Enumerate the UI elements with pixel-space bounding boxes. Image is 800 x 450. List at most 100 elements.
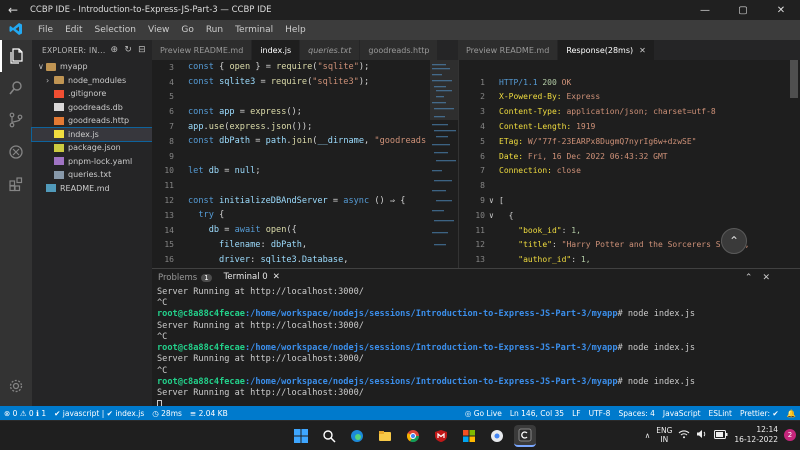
code-line[interactable]: 4 const sqlite3 = require("sqlite3"); (152, 75, 458, 90)
problems-status[interactable]: ⊗ 0 ⚠ 0 ℹ 1 (0, 409, 50, 418)
tree-item-readme-md[interactable]: README.md (32, 182, 152, 196)
code-line[interactable]: 9 (152, 149, 458, 164)
new-file-icon[interactable]: ⊕ (110, 45, 118, 55)
menu-selection[interactable]: Selection (89, 25, 142, 35)
code-line[interactable]: 8 const dbPath = path.join(__dirname, "go… (152, 134, 458, 149)
close-window-button[interactable]: ✕ (762, 5, 800, 16)
edge-browser-icon[interactable] (346, 425, 368, 447)
mcafee-icon[interactable] (430, 425, 452, 447)
tab-preview-readme-md[interactable]: Preview README.md (152, 40, 253, 60)
line-ending[interactable]: LF (568, 409, 585, 418)
menu-help[interactable]: Help (279, 25, 312, 35)
tray-overflow-chevron-icon[interactable]: ∧ (645, 431, 651, 440)
response-line[interactable]: 10 ∨ { (459, 208, 800, 223)
collapse-all-icon[interactable]: ⊟ (138, 45, 146, 55)
response-scroll-thumb[interactable] (790, 60, 798, 98)
response-line[interactable]: 13 "author_id": 1, (459, 252, 800, 267)
tree-item-package-json[interactable]: package.json (32, 141, 152, 155)
menu-edit[interactable]: Edit (59, 25, 88, 35)
response-line[interactable] (459, 60, 800, 75)
tree-item-goodreads-db[interactable]: goodreads.db (32, 101, 152, 115)
code-line[interactable]: 15 filename: dbPath, (152, 238, 458, 253)
code-line[interactable]: 3 const { open } = require("sqlite"); (152, 60, 458, 75)
menu-view[interactable]: View (142, 25, 175, 35)
tab-index-js[interactable]: index.js (252, 40, 301, 60)
language-file-status[interactable]: ✔ javascript | ✔ index.js (50, 409, 148, 418)
menu-go[interactable]: Go (175, 25, 199, 35)
code-editor[interactable]: 3 const { open } = require("sqlite"); 4 con… (152, 60, 458, 268)
refresh-icon[interactable]: ↻ (124, 45, 132, 55)
response-scrollbar[interactable] (790, 60, 798, 268)
code-line[interactable]: 7 app.use(express.json()); (152, 119, 458, 134)
menu-run[interactable]: Run (200, 25, 229, 35)
tree-item-index-js[interactable]: index.js (31, 126, 153, 142)
tree-item-pnpm-lock-yaml[interactable]: pnpm-lock.yaml (32, 155, 152, 169)
volume-icon[interactable] (696, 429, 708, 441)
debug-icon[interactable] (0, 136, 32, 168)
language-mode[interactable]: JavaScript (659, 409, 705, 418)
code-line[interactable]: 11 (152, 178, 458, 193)
tab-goodreads-http[interactable]: goodreads.http (360, 40, 439, 60)
notification-badge[interactable]: 2 (784, 429, 796, 441)
response-line[interactable]: 11 "book_id": 1, (459, 223, 800, 238)
encoding[interactable]: UTF-8 (585, 409, 615, 418)
extensions-icon[interactable] (0, 168, 32, 200)
prettier-status[interactable]: Prettier: ✔ (736, 409, 783, 418)
tree-item-node-modules[interactable]: › node_modules (32, 74, 152, 88)
system-clock[interactable]: 12:14 16-12-2022 (734, 425, 778, 445)
close-tab-icon[interactable]: ✕ (639, 46, 646, 55)
ccbp-ide-app-icon[interactable] (514, 425, 536, 447)
windows-start-icon[interactable] (290, 425, 312, 447)
task-search-icon[interactable] (318, 425, 340, 447)
fold-chevron-icon[interactable]: ∨ (489, 196, 499, 205)
indentation[interactable]: Spaces: 4 (614, 409, 658, 418)
response-line[interactable]: 2 X-Powered-By: Express (459, 90, 800, 105)
wifi-icon[interactable] (678, 429, 690, 441)
settings-gear-icon[interactable] (0, 370, 32, 402)
close-panel-icon[interactable]: ✕ (762, 273, 770, 283)
tab-response-28ms-[interactable]: Response(28ms) ✕ (558, 40, 655, 60)
code-line[interactable]: 10 let db = null; (152, 164, 458, 179)
http-response-viewer[interactable]: 1 HTTP/1.1 200 OK 2 X-Powered-By: Express 3 C… (458, 60, 800, 268)
chrome-browser-icon[interactable] (402, 425, 424, 447)
terminal-output[interactable]: Server Running at http://localhost:3000/… (152, 286, 800, 406)
tab-preview-readme-md[interactable]: Preview README.md (458, 40, 559, 60)
terminal-close-icon[interactable]: ✕ (273, 272, 280, 282)
chrome-profile-icon[interactable] (486, 425, 508, 447)
code-line[interactable]: 14 db = await open({ (152, 223, 458, 238)
tree-item-queries-txt[interactable]: queries.txt (32, 168, 152, 182)
response-line[interactable]: 7 Connection: close (459, 164, 800, 179)
tree-item--gitignore[interactable]: .gitignore (32, 87, 152, 101)
go-live-button[interactable]: ◎ Go Live (461, 409, 506, 418)
response-line[interactable]: 1 HTTP/1.1 200 OK (459, 75, 800, 90)
explorer-files-icon[interactable] (0, 40, 32, 72)
minimize-button[interactable]: — (686, 5, 724, 16)
response-line[interactable]: 5 ETag: W/"77f-23EARPx8DugmQ7nyrIg6w+dzwS… (459, 134, 800, 149)
code-line[interactable]: 16 driver: sqlite3.Database, (152, 252, 458, 267)
tab-problems[interactable]: Problems 1 (152, 269, 218, 287)
code-line[interactable]: 13 try { (152, 208, 458, 223)
tree-item-goodreads-http[interactable]: goodreads.http (32, 114, 152, 128)
back-arrow-icon[interactable]: ← (0, 3, 26, 17)
file-explorer-icon[interactable] (374, 425, 396, 447)
code-line[interactable]: 5 (152, 90, 458, 105)
tab-terminal[interactable]: Terminal 0 ✕ (217, 269, 286, 287)
response-line[interactable]: 12 "title": "Harry Potter and the Sorcer… (459, 238, 800, 253)
response-line[interactable]: 9 ∨[ (459, 193, 800, 208)
source-control-icon[interactable] (0, 104, 32, 136)
bell-icon[interactable]: 🔔 (783, 409, 800, 418)
menu-file[interactable]: File (32, 25, 59, 35)
tab-queries-txt[interactable]: queries.txt (300, 40, 361, 60)
maximize-button[interactable]: ▢ (724, 5, 762, 16)
code-line[interactable]: 6 const app = express(); (152, 104, 458, 119)
response-line[interactable]: 8 (459, 178, 800, 193)
response-line[interactable]: 3 Content-Type: application/json; charset… (459, 104, 800, 119)
cursor-position[interactable]: Ln 146, Col 35 (506, 409, 568, 418)
tree-item-myapp[interactable]: ∨ myapp (32, 60, 152, 74)
maximize-panel-icon[interactable]: ⌃ (745, 273, 753, 283)
response-line[interactable]: 4 Content-Length: 1919 (459, 119, 800, 134)
menu-terminal[interactable]: Terminal (229, 25, 279, 35)
input-language[interactable]: ENG IN (656, 426, 672, 444)
eslint-status[interactable]: ESLint (705, 409, 736, 418)
microsoft-store-icon[interactable] (458, 425, 480, 447)
